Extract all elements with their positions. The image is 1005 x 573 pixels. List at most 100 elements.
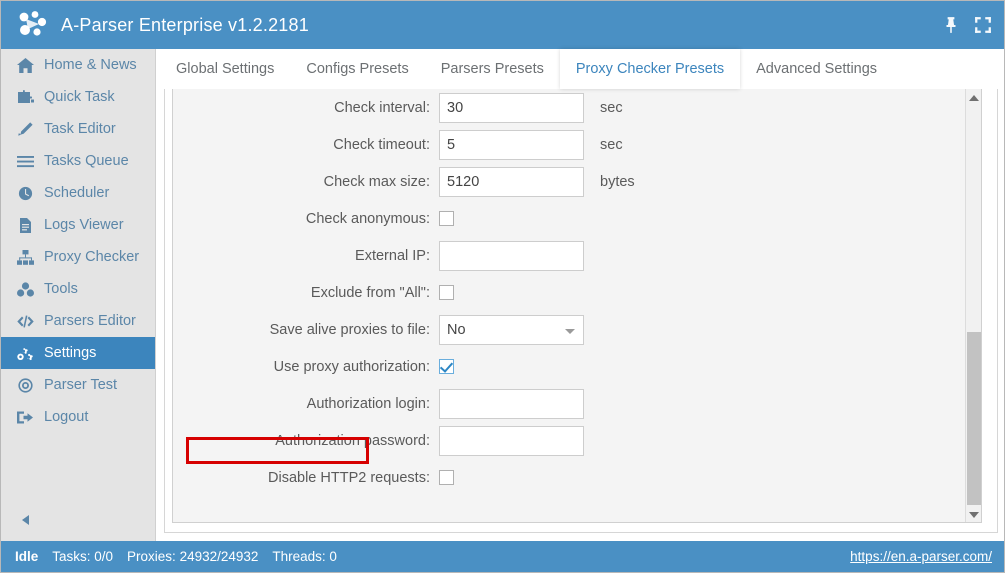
- sidebar-item-scheduler[interactable]: Scheduler: [1, 177, 155, 209]
- check-timeout-control: sec: [439, 130, 623, 160]
- scrollbar-thumb[interactable]: [967, 332, 981, 505]
- check-interval-input[interactable]: [439, 93, 584, 123]
- external-ip-input[interactable]: [439, 241, 584, 271]
- fullscreen-icon[interactable]: [974, 16, 992, 34]
- form-scrollbar[interactable]: [965, 89, 981, 523]
- sidebar-item-label: Quick Task: [44, 89, 115, 105]
- sidebar-item-tasks-queue[interactable]: Tasks Queue: [1, 145, 155, 177]
- sidebar-item-home-news[interactable]: Home & News: [1, 49, 155, 81]
- title-bar: A-Parser Enterprise v1.2.2181: [1, 1, 1005, 49]
- tab-parsers-presets[interactable]: Parsers Presets: [425, 49, 560, 89]
- check-timeout-unit: sec: [600, 137, 623, 153]
- pencil-icon: [15, 121, 35, 138]
- sidebar-item-label: Logout: [44, 409, 88, 425]
- settings-panel: http://www.ip-pass... Check interval: se…: [164, 89, 998, 533]
- external-ip-control: [439, 241, 584, 271]
- row-check-anonymous: Check anonymous:: [173, 200, 982, 237]
- puzzle-icon: [15, 89, 35, 106]
- check-max-size-label: Check max size:: [173, 174, 439, 190]
- scroll-down-arrow-icon[interactable]: [966, 506, 982, 523]
- row-check-interval: Check interval: sec: [173, 89, 982, 126]
- check-anonymous-checkbox[interactable]: [439, 211, 454, 226]
- row-use-proxy-authorization: Use proxy authorization:: [173, 348, 982, 385]
- check-interval-unit: sec: [600, 100, 623, 116]
- sidebar-item-label: Settings: [44, 345, 96, 361]
- sidebar-item-settings[interactable]: Settings: [1, 337, 155, 369]
- row-exclude-from-all: Exclude from "All":: [173, 274, 982, 311]
- sidebar-collapse-icon[interactable]: [19, 513, 33, 527]
- use-proxy-authorization-checkbox[interactable]: [439, 359, 454, 374]
- content-area: Global Settings Configs Presets Parsers …: [156, 49, 1005, 541]
- status-threads: Threads: 0: [272, 549, 337, 564]
- save-alive-proxies-control: No: [439, 315, 584, 345]
- sidebar-item-label: Tools: [44, 281, 78, 297]
- disable-http2-requests-checkbox[interactable]: [439, 470, 454, 485]
- check-timeout-input[interactable]: [439, 130, 584, 160]
- list-icon: [15, 153, 35, 170]
- status-website-link[interactable]: https://en.a-parser.com/: [850, 549, 992, 564]
- check-max-size-input[interactable]: [439, 167, 584, 197]
- sidebar-item-label: Task Editor: [44, 121, 116, 137]
- sidebar-item-label: Home & News: [44, 57, 137, 73]
- check-anonymous-control: [439, 211, 454, 226]
- pin-icon[interactable]: [942, 16, 960, 34]
- proxy-checker-form-panel: http://www.ip-pass... Check interval: se…: [172, 89, 982, 523]
- row-disable-http2-requests: Disable HTTP2 requests:: [173, 459, 982, 496]
- gears-icon: [15, 345, 35, 362]
- proxy-checker-form: http://www.ip-pass... Check interval: se…: [173, 89, 982, 496]
- tab-configs-presets[interactable]: Configs Presets: [290, 49, 424, 89]
- tab-proxy-checker-presets[interactable]: Proxy Checker Presets: [560, 49, 740, 89]
- status-tasks: Tasks: 0/0: [52, 549, 113, 564]
- tools-icon: [15, 281, 35, 298]
- sidebar-item-parsers-editor[interactable]: Parsers Editor: [1, 305, 155, 337]
- sidebar-item-tools[interactable]: Tools: [1, 273, 155, 305]
- check-anonymous-label: Check anonymous:: [173, 211, 439, 227]
- target-icon: [15, 377, 35, 394]
- authorization-password-label: Authorization password:: [173, 433, 439, 449]
- sidebar-item-proxy-checker[interactable]: Proxy Checker: [1, 241, 155, 273]
- authorization-password-control: [439, 426, 584, 456]
- clock-icon: [15, 185, 35, 202]
- settings-tabs: Global Settings Configs Presets Parsers …: [156, 49, 1005, 89]
- tab-advanced-settings[interactable]: Advanced Settings: [740, 49, 893, 89]
- exclude-from-all-control: [439, 285, 454, 300]
- disable-http2-requests-label: Disable HTTP2 requests:: [173, 470, 439, 486]
- tab-label: Configs Presets: [306, 61, 408, 77]
- sidebar-item-label: Logs Viewer: [44, 217, 124, 233]
- sitemap-icon: [15, 249, 35, 266]
- chevron-down-icon: [565, 329, 575, 334]
- sidebar-item-label: Tasks Queue: [44, 153, 129, 169]
- status-bar: Idle Tasks: 0/0 Proxies: 24932/24932 Thr…: [1, 541, 1005, 572]
- code-icon: [15, 313, 35, 330]
- sidebar: Home & News Quick Task Task Editor Tasks…: [1, 49, 156, 541]
- scroll-up-arrow-icon[interactable]: [966, 89, 982, 106]
- check-interval-label: Check interval:: [173, 100, 439, 116]
- sidebar-item-quick-task[interactable]: Quick Task: [1, 81, 155, 113]
- status-state: Idle: [15, 549, 38, 564]
- status-proxies: Proxies: 24932/24932: [127, 549, 258, 564]
- app-title: A-Parser Enterprise v1.2.2181: [61, 15, 309, 36]
- sidebar-item-task-editor[interactable]: Task Editor: [1, 113, 155, 145]
- check-max-size-unit: bytes: [600, 174, 635, 190]
- tab-global-settings[interactable]: Global Settings: [160, 49, 290, 89]
- exclude-from-all-label: Exclude from "All":: [173, 285, 439, 301]
- external-ip-label: External IP:: [173, 248, 439, 264]
- use-proxy-authorization-control: [439, 359, 454, 374]
- sidebar-item-label: Parser Test: [44, 377, 117, 393]
- sidebar-item-label: Parsers Editor: [44, 313, 136, 329]
- sidebar-item-label: Scheduler: [44, 185, 109, 201]
- sidebar-item-parser-test[interactable]: Parser Test: [1, 369, 155, 401]
- sidebar-item-logs-viewer[interactable]: Logs Viewer: [1, 209, 155, 241]
- sidebar-item-logout[interactable]: Logout: [1, 401, 155, 433]
- home-icon: [15, 57, 35, 74]
- tab-label: Proxy Checker Presets: [576, 61, 724, 77]
- save-alive-proxies-select[interactable]: No: [439, 315, 584, 345]
- document-icon: [15, 217, 35, 234]
- authorization-password-input[interactable]: [439, 426, 584, 456]
- row-authorization-password: Authorization password:: [173, 422, 982, 459]
- exclude-from-all-checkbox[interactable]: [439, 285, 454, 300]
- authorization-login-input[interactable]: [439, 389, 584, 419]
- authorization-login-control: [439, 389, 584, 419]
- title-bar-actions: [942, 16, 992, 34]
- sidebar-item-label: Proxy Checker: [44, 249, 139, 265]
